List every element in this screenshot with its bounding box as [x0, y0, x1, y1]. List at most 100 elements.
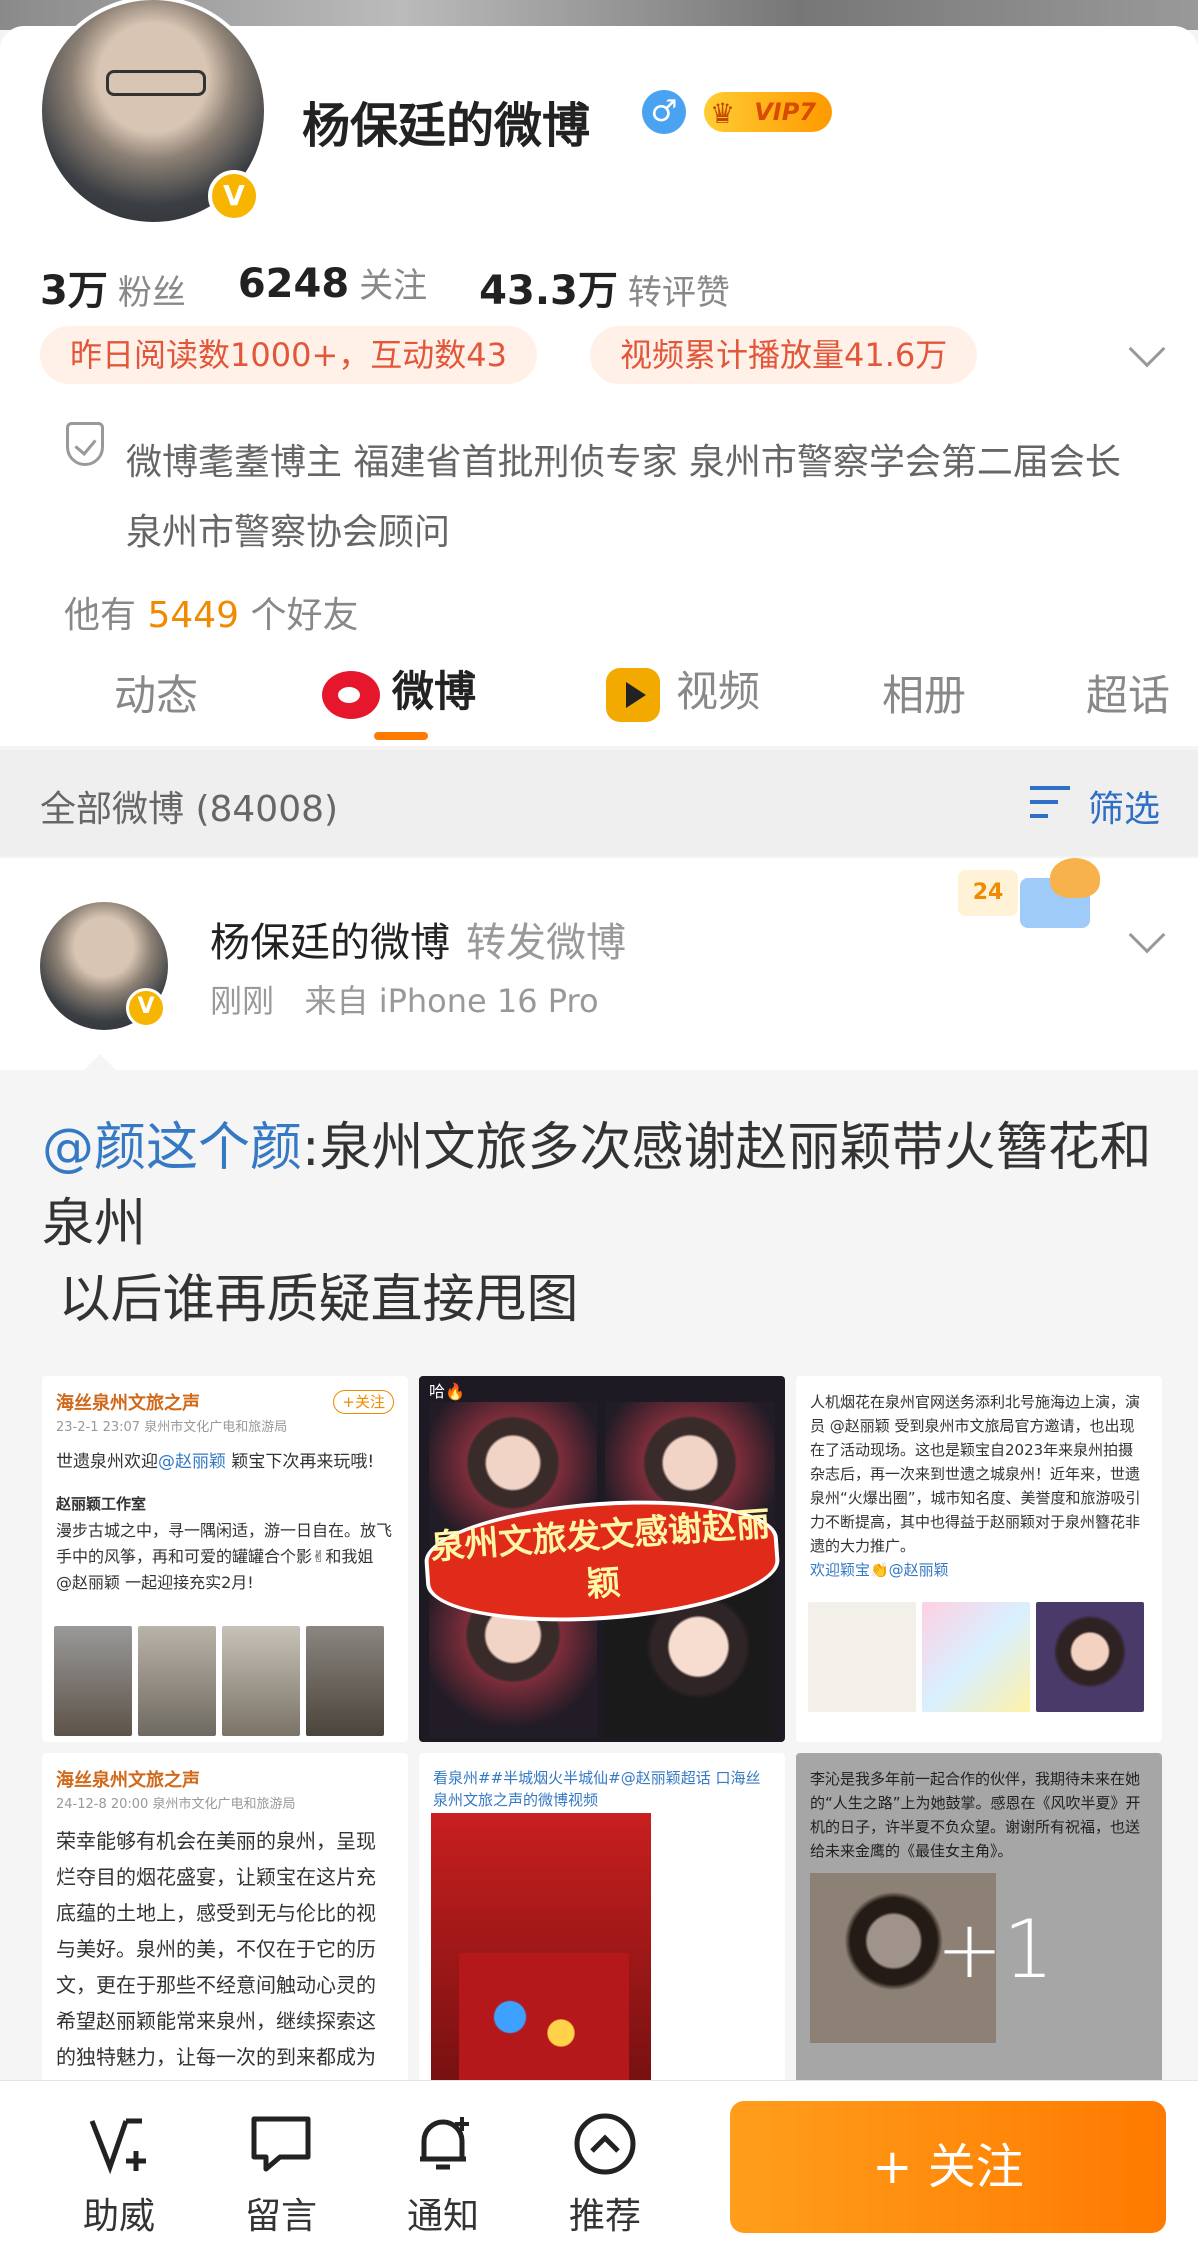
thumb-3[interactable]: 人机烟花在泉州官网送务添利北号施海边上演，演员 @赵丽颖 受到泉州市文旅局官方邀… [796, 1376, 1162, 1742]
cheer-v-plus-icon [89, 2118, 146, 2175]
shield-check-icon [66, 422, 104, 466]
message-label: 留言 [244, 2196, 317, 2237]
thumb-2[interactable]: 哈🔥 泉州文旅发文感谢赵丽颖 [419, 1376, 785, 1742]
crown-icon: ♛ [710, 97, 736, 130]
post-time: 刚刚 [210, 982, 275, 1020]
thumb-text: 漫步古城之中，寻一隅闲适，游一日自在。放飞手中的风筝，再和可爱的罐罐合个影✌和我… [56, 1521, 393, 1592]
reads-pill[interactable]: 昨日阅读数1000+，互动数43 [40, 326, 537, 384]
thumb-text: 哈🔥 [429, 1382, 465, 1401]
verified-badge: V [208, 170, 260, 222]
thumb-4[interactable]: 海丝泉州文旅之声 24-12-8 20:00 泉州市文化广电和旅游局 荣幸能够有… [42, 1753, 408, 2119]
stat-label: 转评赞 [627, 273, 730, 313]
more-count: +1 [936, 1903, 1054, 1996]
thumb-5[interactable]: 看泉州##半城烟火半城仙#@赵丽颖超话 口海丝泉州文旅之声的微博视频 [419, 1753, 785, 2119]
filter-button[interactable]: 筛选 [1088, 780, 1160, 832]
tab-feed[interactable]: 动态 [114, 662, 198, 723]
stat-label: 关注 [359, 266, 428, 306]
friends-count[interactable]: 他有 5449 个好友 [64, 586, 359, 638]
stat-interactions[interactable]: 43.3万 转评赞 [479, 258, 730, 316]
bottom-action-bar: 助威 留言 通知 推荐 + 关注 [0, 2080, 1198, 2260]
thumb-photos [808, 1602, 1144, 1712]
weibo-logo-icon [322, 670, 380, 719]
recommend-label: 推荐 [568, 2196, 641, 2237]
shiba-mascot-icon [1050, 858, 1100, 898]
thumb-text: 世遗泉州欢迎 [56, 1452, 158, 1472]
stat-fans[interactable]: 3万 粉丝 [40, 258, 186, 316]
profile-stats: 3万 粉丝 6248 关注 43.3万 转评赞 [40, 258, 782, 316]
vip-badge[interactable]: ♛ VIP7 [704, 92, 832, 132]
post-card: V 杨保廷的微博 转发微博 刚刚 来自 iPhone 16 Pro 24 @颜这个… [0, 858, 1198, 2119]
thumb-follow: +关注 [333, 1390, 394, 1414]
repost-text: @颜这个颜:泉州文旅多次感谢赵丽颖带火簪花和泉州 以后谁再质疑直接甩图 [42, 1110, 1162, 1338]
post-meta: 刚刚 来自 iPhone 16 Pro [210, 976, 599, 1022]
thumb-6[interactable]: 李沁是我多年前一起合作的伙伴，我期待未来在她的“人生之路”上为她鼓掌。感恩在《风… [796, 1753, 1162, 2119]
thumb-photos [54, 1626, 384, 1736]
stat-number: 6248 [237, 261, 350, 307]
avatar-glasses [106, 70, 206, 96]
post-author[interactable]: 杨保廷的微博 [210, 920, 450, 966]
video-play-icon [606, 667, 660, 722]
post-source: 来自 iPhone 16 Pro [304, 982, 599, 1020]
post-menu-chevron-icon[interactable] [1128, 916, 1166, 954]
thumb-mention: @赵丽颖 [158, 1452, 226, 1472]
filter-icon[interactable] [1030, 782, 1074, 822]
filter-line [1030, 814, 1048, 818]
all-posts-count: 全部微博 (84008) [40, 789, 339, 830]
thumb-photo [54, 1626, 132, 1736]
filter-line [1030, 800, 1058, 804]
mascot-decoration: 24 [940, 858, 1120, 948]
vip-label: VIP7 [754, 98, 816, 126]
thumb-4-content: 海丝泉州文旅之声 24-12-8 20:00 泉州市文化广电和旅游局 荣幸能够有… [42, 1753, 408, 2119]
weibo-profile-page: V 杨保廷的微博 ♂ ♛ VIP7 3万 粉丝 6248 关注 43.3万 转评赞 昨… [0, 0, 1198, 2260]
thumb-photo [222, 1626, 300, 1736]
thumb-1-line: 世遗泉州欢迎@赵丽颖 颖宝下次再来玩哦! [56, 1448, 394, 1476]
post-header: 杨保廷的微博 转发微博 [210, 910, 626, 968]
tab-album[interactable]: 相册 [882, 662, 966, 723]
stat-following[interactable]: 6248 关注 [238, 258, 427, 316]
tab-weibo[interactable]: 微博 [322, 658, 476, 719]
thumb-account: 海丝泉州文旅之声 [56, 1770, 200, 1791]
profile-card: V 杨保廷的微博 ♂ ♛ VIP7 3万 粉丝 6248 关注 43.3万 转评赞 昨… [0, 0, 1198, 746]
tab-video-label: 视频 [676, 667, 761, 716]
profile-tabs: 动态 微博 视频 相册 超话 [0, 650, 1198, 746]
expand-chevron-icon[interactable] [1128, 330, 1166, 368]
stat-number: 3万 [40, 268, 108, 314]
profile-name: 杨保廷的微博 [302, 98, 591, 154]
thumb-photo [922, 1602, 1030, 1712]
post-verified-badge: V [126, 988, 166, 1028]
filter-bar: 全部微博 (84008) 筛选 [0, 750, 1198, 856]
stat-number: 43.3万 [479, 268, 618, 314]
video-plays-pill[interactable]: 视频累计播放量41.6万 [590, 326, 978, 384]
thumb-photo [808, 1602, 916, 1712]
friends-prefix: 他有 [64, 595, 137, 636]
thumb-studio: 赵丽颖工作室 [56, 1495, 147, 1513]
thumb-photo [138, 1626, 216, 1736]
tab-weibo-label: 微博 [392, 667, 477, 716]
recommend-button[interactable]: 推荐 [550, 2111, 660, 2239]
thumb-account: 海丝泉州文旅之声 [56, 1393, 200, 1414]
friends-suffix: 个好友 [250, 595, 359, 636]
badge-24: 24 [958, 870, 1018, 916]
active-tab-indicator [374, 732, 428, 740]
thumb-date: 23-2-1 23:07 泉州市文化广电和旅游局 [56, 1420, 288, 1435]
thumb-date: 24-12-8 20:00 泉州市文化广电和旅游局 [56, 1797, 296, 1812]
notify-button[interactable]: 通知 [388, 2111, 498, 2239]
thumb-text: 荣幸能够有机会在美丽的泉州，呈现烂夺目的烟花盛宴，让颖宝在这片充底蕴的土地上，感… [56, 1829, 376, 2105]
stat-label: 粉丝 [117, 273, 186, 313]
chat-bubble-icon [251, 2116, 311, 2172]
message-button[interactable]: 留言 [226, 2111, 336, 2239]
cheer-button[interactable]: 助威 [64, 2111, 174, 2239]
repost-mention[interactable]: @颜这个颜 [42, 1118, 302, 1178]
thumb-1[interactable]: 海丝泉州文旅之声 +关注 23-2-1 23:07 泉州市文化广电和旅游局 世遗… [42, 1376, 408, 1742]
tab-supertopic[interactable]: 超话 [1086, 662, 1170, 723]
chevron-up-circle-icon [574, 2113, 636, 2175]
thumb-1-header: 海丝泉州文旅之声 +关注 [56, 1390, 394, 1418]
thumb-mention: 欢迎颖宝👏@赵丽颖 [810, 1561, 949, 1579]
cheer-label: 助威 [82, 2196, 155, 2237]
friends-number: 5449 [147, 595, 240, 636]
thumb-text: 颖宝下次再来玩哦! [226, 1452, 375, 1472]
tab-video[interactable]: 视频 [606, 658, 760, 722]
follow-button[interactable]: + 关注 [730, 2101, 1166, 2233]
post-action: 转发微博 [466, 920, 626, 966]
filter-line [1030, 786, 1070, 790]
